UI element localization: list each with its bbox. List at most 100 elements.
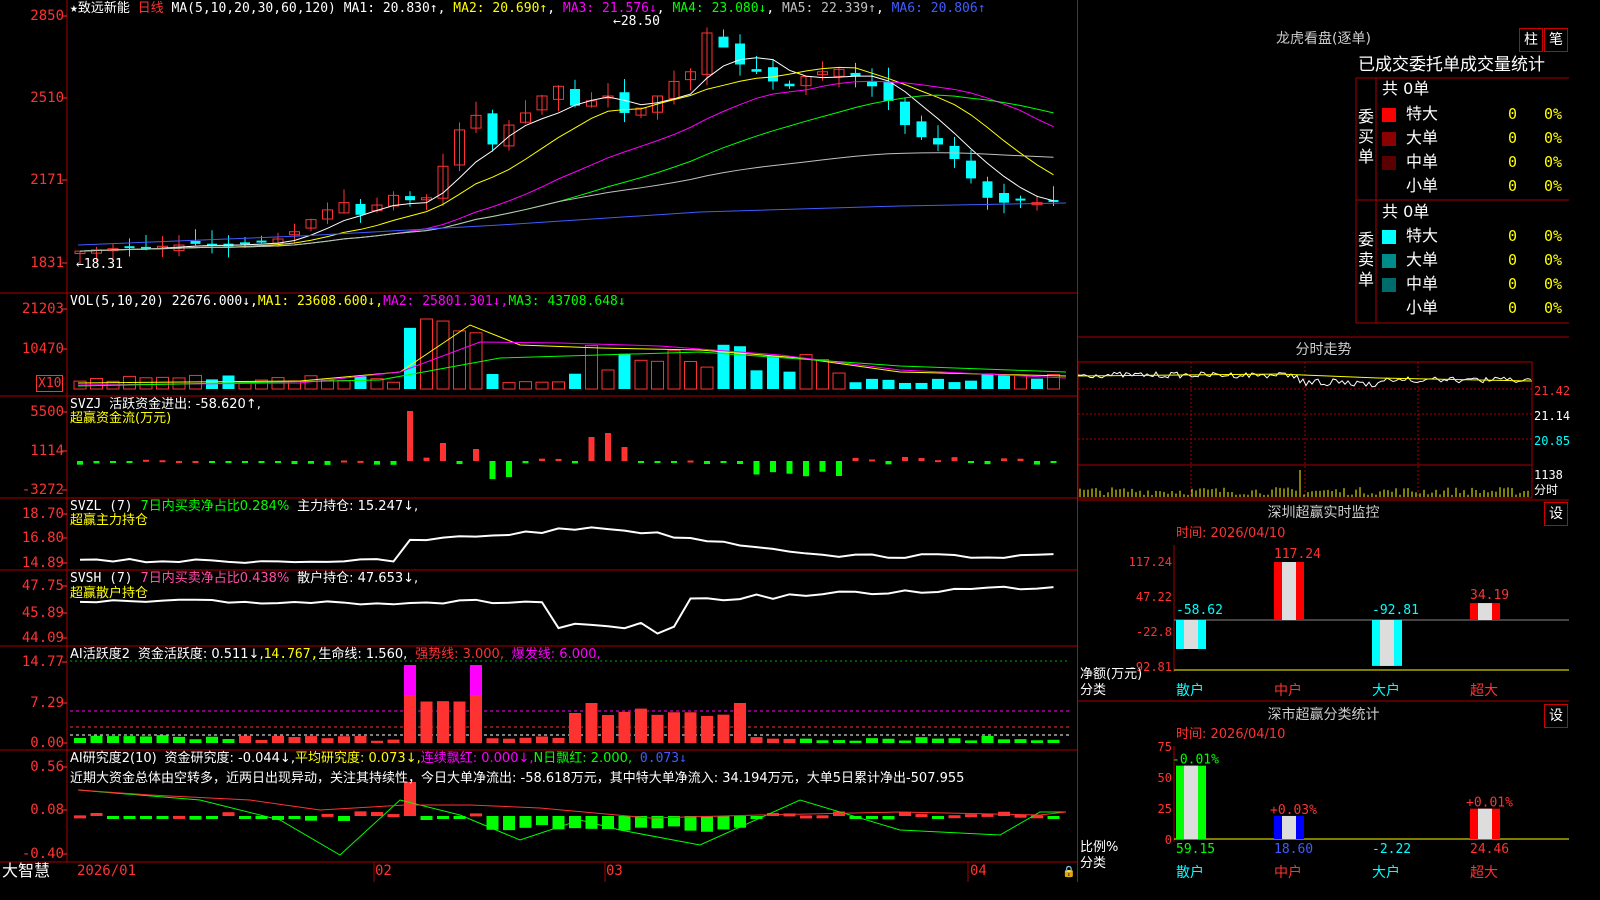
fund-flow-bar	[423, 457, 430, 461]
ratio-change-label: -0.01%	[1172, 753, 1219, 768]
column-mode-button[interactable]: 柱	[1519, 28, 1543, 52]
ai2-axis-label: 0.56	[30, 759, 64, 775]
research-bar	[189, 816, 202, 820]
svzl-axis-label: 16.80	[21, 530, 64, 546]
order-pct: 0%	[1544, 275, 1563, 293]
activity-bar	[965, 740, 977, 743]
candle-down	[916, 121, 927, 138]
volume-bar-down	[750, 370, 763, 389]
buy-total: 共 0单	[1382, 79, 1430, 98]
fund-flow-bar	[951, 457, 958, 461]
research-bar	[437, 816, 449, 819]
sz-class-axis: 25	[1157, 802, 1172, 816]
svsh-axis-label: 44.09	[21, 630, 64, 646]
category-label: 超大	[1470, 865, 1498, 881]
buy-orders-label: 委买单	[1358, 107, 1375, 166]
activity-bar	[486, 738, 499, 743]
activity-bar	[272, 735, 284, 743]
svsh-axis-label: 47.75	[21, 578, 64, 594]
activity-bar	[107, 736, 119, 743]
volume-bar-up	[700, 366, 714, 390]
sz-monitor-settings-button[interactable]: 设	[1544, 502, 1568, 526]
activity-bar	[206, 736, 218, 743]
fund-flow-bar	[456, 461, 463, 465]
favorite-star-icon[interactable]: ★	[70, 1, 78, 16]
vol-unit-badge[interactable]: X10	[36, 375, 64, 392]
research-bar	[734, 816, 746, 828]
svsh-subtitle: 超赢散户持仓	[70, 586, 149, 601]
order-size-label: 中单	[1406, 274, 1439, 293]
right-panel: -58.62 散户 117.24 中户 -92.81 大户 34.19 超大 -0.01% 59.…	[1077, 0, 1571, 882]
research-bar	[206, 816, 218, 819]
chart-area[interactable]: ★致远新能 日线 MA(5,10,20,30,60,120) MA1: 20.8…	[0, 0, 1077, 882]
activity-bar	[783, 738, 796, 743]
activity-bar	[90, 735, 103, 743]
category-label: 大户	[1372, 682, 1400, 699]
volume-bar-down	[404, 327, 416, 389]
candle-down	[190, 240, 201, 244]
lock-icon[interactable]: 🔒	[1062, 864, 1076, 879]
order-pct: 0%	[1544, 153, 1563, 171]
volume-bar-down	[767, 355, 779, 389]
activity-bar	[453, 701, 466, 743]
activity-bar-peak	[470, 665, 482, 695]
order-pct: 0%	[1544, 177, 1563, 195]
fenshi-axis-label: 21.42	[1534, 384, 1571, 398]
order-pct: 0%	[1544, 105, 1563, 123]
ai1-axis-label: 14.77	[21, 654, 64, 670]
lhb-subtitle: 已成交委托单成交量统计	[1358, 55, 1545, 75]
fund-flow-bar	[291, 461, 298, 465]
activity-bar	[569, 713, 581, 743]
activity-bar	[998, 739, 1010, 743]
fund-flow-bar	[539, 458, 545, 461]
activity-bar	[552, 737, 565, 743]
volume-bar-down	[948, 382, 961, 389]
ai2-header: AI研究度2(10) 资金研究度: -0.044↓,平均研究度: 0.073↓,…	[70, 751, 687, 766]
fund-flow-bar	[803, 461, 809, 477]
candle-down	[768, 67, 778, 82]
ma5-value: MA5: 22.339↑	[782, 1, 876, 16]
net-amount-bar-highlight	[1478, 603, 1492, 620]
order-qty: 0	[1508, 177, 1518, 195]
volume-bar-up	[453, 330, 466, 390]
svzj-axis-label: 5500	[30, 404, 64, 420]
sz-class-axis: 50	[1157, 771, 1172, 785]
chart-canvas[interactable]	[0, 0, 1077, 882]
fund-flow-bar	[720, 461, 727, 463]
volume-bar-down	[866, 378, 878, 389]
fund-flow-bar	[1001, 458, 1007, 461]
fund-flow-bar	[770, 461, 776, 473]
category-label: 散户	[1176, 682, 1204, 699]
order-pct: 0%	[1544, 129, 1563, 147]
volume-bar-down	[486, 374, 499, 389]
ma6-value: MA6: 20.806↑	[891, 1, 986, 16]
fund-flow-bar	[1034, 461, 1040, 465]
sell-orders-label: 委卖单	[1358, 230, 1375, 289]
activity-bar	[948, 738, 961, 743]
research-bar	[618, 816, 631, 831]
research-bar	[371, 812, 383, 816]
candle-down	[867, 81, 877, 87]
sz-class-settings-button[interactable]: 设	[1544, 704, 1568, 728]
research-avg-line	[77, 789, 1066, 856]
fund-flow-bar	[902, 457, 908, 461]
order-qty: 0	[1508, 129, 1518, 147]
tick-mode-button[interactable]: 笔	[1544, 28, 1568, 52]
activity-bar	[882, 738, 895, 743]
order-qty: 0	[1508, 227, 1518, 245]
kline-axis-label: 1831	[30, 255, 64, 271]
fund-flow-bar	[506, 461, 512, 477]
volume-bar-down	[354, 376, 367, 389]
activity-bar	[321, 738, 334, 743]
ma2-value: MA2: 20.690↑	[453, 1, 548, 16]
fund-flow-bar	[819, 461, 826, 472]
kline-axis-label: 2510	[30, 90, 64, 106]
fund-flow-bar	[671, 461, 677, 463]
net-amount-bar-highlight	[1184, 620, 1198, 649]
fund-flow-bar	[473, 449, 479, 461]
fund-flow-bar	[704, 461, 710, 464]
order-color-swatch	[1382, 108, 1396, 122]
order-size-label: 中单	[1406, 152, 1439, 171]
period-label[interactable]: 日线	[138, 1, 164, 16]
xaxis-label: 02	[375, 863, 392, 879]
